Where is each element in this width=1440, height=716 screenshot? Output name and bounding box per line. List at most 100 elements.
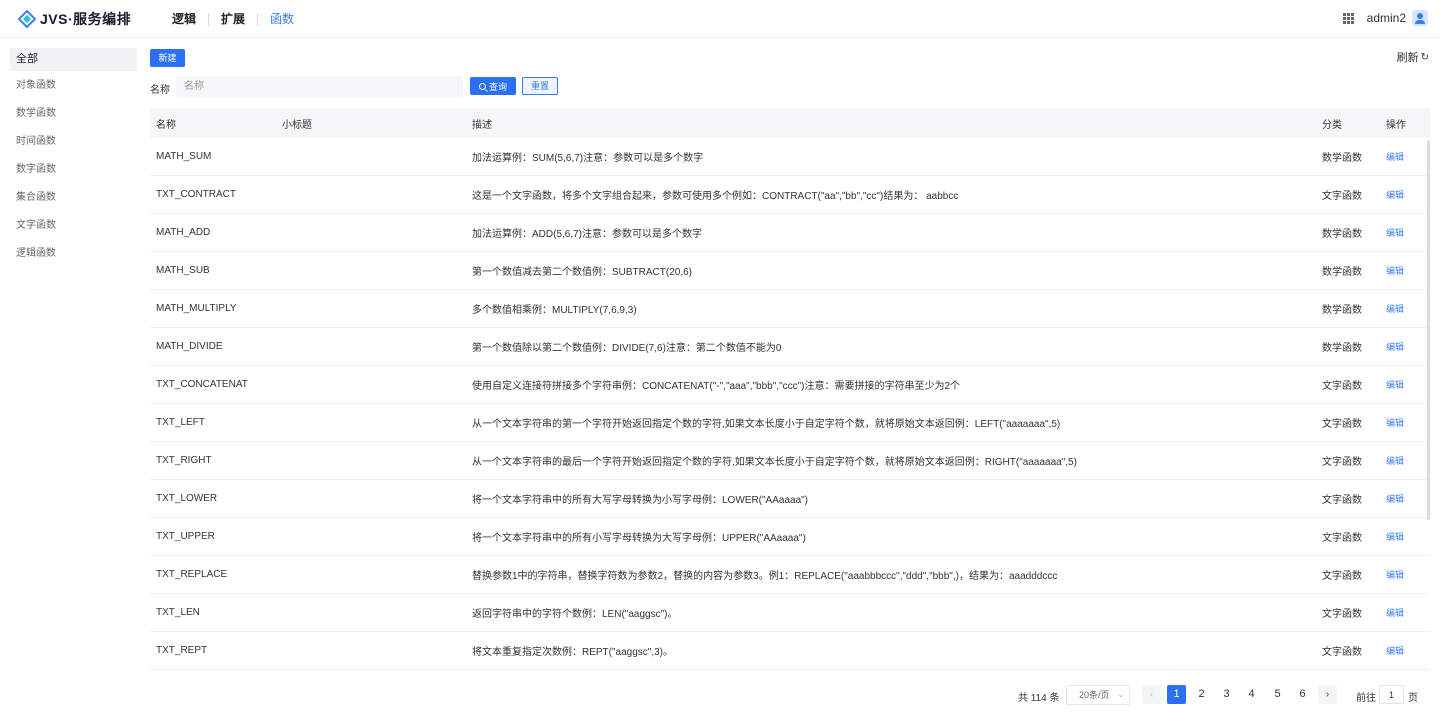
page-size-select[interactable]: 20条/页 ⌄ xyxy=(1066,685,1130,705)
function-description-cell: 使用自定义连接符拼接多个字符串例：CONCATENAT("-","aaa","b… xyxy=(472,381,961,392)
edit-link[interactable]: 编辑 xyxy=(1386,226,1404,239)
query-button[interactable]: 查询 xyxy=(470,77,516,95)
goto-page-input[interactable] xyxy=(1379,685,1404,704)
sidebar-item-math[interactable]: 数学函数 xyxy=(10,102,137,130)
function-name-cell: TXT_RIGHT xyxy=(156,455,212,466)
edit-link[interactable]: 编辑 xyxy=(1386,606,1404,619)
function-name-cell: MATH_DIVIDE xyxy=(156,341,223,352)
function-name-cell: MATH_MULTIPLY xyxy=(156,303,237,314)
prev-page-button[interactable]: ‹ xyxy=(1142,685,1161,704)
function-name-cell: TXT_LOWER xyxy=(156,493,218,504)
function-description-cell: 将文本重复指定次数例：REPT("aaggsc",3)。 xyxy=(472,647,674,658)
function-name-cell: TXT_CONCATENAT xyxy=(156,379,248,390)
edit-link[interactable]: 编辑 xyxy=(1386,150,1404,163)
function-description-cell: 替换参数1中的字符串，替换字符数为参数2，替换的内容为参数3。例1：REPLAC… xyxy=(472,571,1058,582)
sidebar-item-logic[interactable]: 逻辑函数 xyxy=(10,242,137,270)
function-name-cell: MATH_SUB xyxy=(156,265,210,276)
edit-link[interactable]: 编辑 xyxy=(1386,416,1404,429)
nav-tab-functions[interactable]: 函数 xyxy=(258,12,306,26)
name-search-input[interactable] xyxy=(176,76,463,97)
sidebar-item-all[interactable]: 全部 xyxy=(10,48,137,71)
name-filter-label: 名称 xyxy=(150,85,170,96)
function-category-cell: 文字函数 xyxy=(1322,647,1362,658)
page-button[interactable]: 2 xyxy=(1192,685,1211,704)
column-header-name[interactable]: 名称 xyxy=(156,116,176,131)
function-description-cell: 从一个文本字符串的最后一个字符开始返回指定个数的字符,如果文本长度小于自定字符个… xyxy=(472,457,1077,468)
function-description-cell: 这是一个文字函数，将多个文字组合起来，参数可使用多个例如：CONTRACT("a… xyxy=(472,191,959,202)
function-name-cell: TXT_REPLACE xyxy=(156,569,228,580)
function-description-cell: 第一个数值减去第二个数值例：SUBTRACT(20,6) xyxy=(472,267,693,278)
sidebar-item-text[interactable]: 文字函数 xyxy=(10,214,137,242)
edit-link[interactable]: 编辑 xyxy=(1386,568,1404,581)
new-button[interactable]: 新建 xyxy=(150,49,185,67)
reset-button[interactable]: 重置 xyxy=(522,77,558,95)
header-user-area: admin2 xyxy=(1342,10,1428,26)
edit-link[interactable]: 编辑 xyxy=(1386,530,1404,543)
table-row: MATH_SUM 加法运算例：SUM(5,6,7)注意：参数可以是多个数字 数学函数… xyxy=(150,138,1430,176)
function-category-cell: 文字函数 xyxy=(1322,191,1362,202)
column-header-description[interactable]: 描述 xyxy=(472,116,492,131)
apps-grid-icon[interactable] xyxy=(1342,12,1354,24)
function-category-cell: 文字函数 xyxy=(1322,533,1362,544)
user-avatar-icon[interactable] xyxy=(1412,10,1428,26)
function-description-cell: 第一个数值除以第二个数值例：DIVIDE(7,6)注意：第二个数值不能为0 xyxy=(472,343,782,354)
top-header: JVS·服务编排 逻辑 扩展 函数 admin2 xyxy=(0,0,1440,38)
page-size-value: 20条/页 xyxy=(1079,690,1110,700)
page-button[interactable]: 4 xyxy=(1242,685,1261,704)
page-button[interactable]: 6 xyxy=(1293,685,1312,704)
table-row: TXT_RIGHT 从一个文本字符串的最后一个字符开始返回指定个数的字符,如果文本… xyxy=(150,442,1430,480)
edit-link[interactable]: 编辑 xyxy=(1386,188,1404,201)
function-category-cell: 文字函数 xyxy=(1322,419,1362,430)
edit-link[interactable]: 编辑 xyxy=(1386,454,1404,467)
function-category-cell: 数学函数 xyxy=(1322,305,1362,316)
nav-tab-extension[interactable]: 扩展 xyxy=(209,12,257,26)
table-row: TXT_CONCATENAT 使用自定义连接符拼接多个字符串例：CONCATENA… xyxy=(150,366,1430,404)
function-name-cell: TXT_REPT xyxy=(156,645,208,656)
column-header-actions: 操作 xyxy=(1386,119,1406,131)
function-name-cell: MATH_ADD xyxy=(156,227,211,238)
function-table: 名称 小标题 描述 分类 操作 MATH_SUM 加法运算例：SUM(5,6,7)… xyxy=(150,108,1430,674)
function-category-cell: 数学函数 xyxy=(1322,153,1362,164)
edit-link[interactable]: 编辑 xyxy=(1386,340,1404,353)
function-description-cell: 返回字符串中的字符个数例：LEN("aaggsc")。 xyxy=(472,609,678,620)
nav-tab-logic[interactable]: 逻辑 xyxy=(160,12,208,26)
table-row: TXT_LOWER 将一个文本字符串中的所有大写字母转换为小写字母例：LOWER(… xyxy=(150,480,1430,518)
search-icon xyxy=(478,82,486,90)
table-header: 名称 小标题 描述 分类 操作 xyxy=(150,108,1430,138)
edit-link[interactable]: 编辑 xyxy=(1386,378,1404,391)
page-button[interactable]: 5 xyxy=(1268,685,1287,704)
table-row: MATH_MULTIPLY 多个数值相乘例：MULTIPLY(7,6,9,3) 数学… xyxy=(150,290,1430,328)
function-category-cell: 数学函数 xyxy=(1322,229,1362,240)
refresh-icon: ↻ xyxy=(1420,51,1429,63)
page-button[interactable]: 1 xyxy=(1167,685,1186,704)
table-row: TXT_REPT 将文本重复指定次数例：REPT("aaggsc",3)。 文字函数… xyxy=(150,632,1430,670)
table-row: TXT_LEFT 从一个文本字符串的第一个字符开始返回指定个数的字符,如果文本长度… xyxy=(150,404,1430,442)
table-row: TXT_LEN 返回字符串中的字符个数例：LEN("aaggsc")。 文字函数 编辑 xyxy=(150,594,1430,632)
query-label: 查询 xyxy=(488,81,507,92)
column-header-category[interactable]: 分类 xyxy=(1322,116,1342,131)
sidebar-item-object[interactable]: 对象函数 xyxy=(10,74,137,102)
refresh-label: 刷新 xyxy=(1396,52,1419,64)
edit-link[interactable]: 编辑 xyxy=(1386,644,1404,657)
function-name-cell: MATH_SUM xyxy=(156,151,212,162)
goto-label: 前往 xyxy=(1356,693,1376,704)
sidebar-item-collection[interactable]: 集合函数 xyxy=(10,186,137,214)
app-logo[interactable]: JVS·服务编排 xyxy=(18,9,131,29)
refresh-button[interactable]: 刷新 ↻ xyxy=(1397,49,1429,65)
edit-link[interactable]: 编辑 xyxy=(1386,264,1404,277)
pagination: 共 114 条 20条/页 ⌄ ‹ 1 2 3 4 5 6 › 前往 页 xyxy=(0,684,1440,706)
edit-link[interactable]: 编辑 xyxy=(1386,302,1404,315)
table-row: TXT_CONTRACT 这是一个文字函数，将多个文字组合起来，参数可使用多个例如… xyxy=(150,176,1430,214)
next-page-button[interactable]: › xyxy=(1318,685,1337,704)
table-scrollbar[interactable] xyxy=(1427,140,1430,520)
sidebar-item-time[interactable]: 时间函数 xyxy=(10,130,137,158)
top-nav: 逻辑 扩展 函数 xyxy=(160,0,306,38)
function-name-cell: TXT_LEN xyxy=(156,607,200,618)
edit-link[interactable]: 编辑 xyxy=(1386,492,1404,505)
function-name-cell: TXT_LEFT xyxy=(156,417,205,428)
function-name-cell: TXT_UPPER xyxy=(156,531,215,542)
sidebar-item-number[interactable]: 数字函数 xyxy=(10,158,137,186)
user-name[interactable]: admin2 xyxy=(1367,11,1406,25)
page-button[interactable]: 3 xyxy=(1217,685,1236,704)
column-header-subtitle[interactable]: 小标题 xyxy=(282,116,312,131)
